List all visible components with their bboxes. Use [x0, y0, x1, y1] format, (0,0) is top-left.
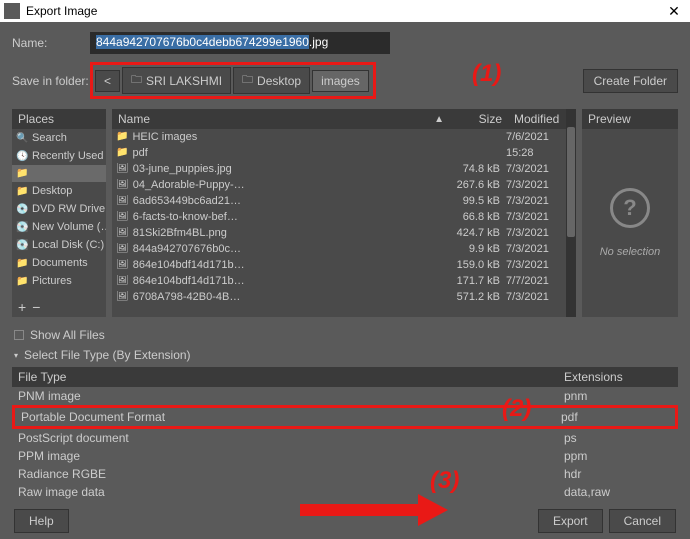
file-row[interactable]: 🖼6-facts-to-know-bef…66.8 kB7/3/2021 [112, 209, 566, 225]
file-row[interactable]: 🖼6ad653449bc6ad21…99.5 kB7/3/2021 [112, 193, 566, 209]
folder-icon: 🗀 [242, 71, 253, 90]
place-icon: 🔍 [16, 133, 28, 144]
filetype-row[interactable]: PostScript documentps [12, 429, 678, 447]
place-item[interactable]: 📁 [12, 165, 106, 182]
file-list-scrollbar[interactable] [566, 109, 576, 317]
name-label: Name: [12, 36, 90, 50]
preview-panel: Preview ? No selection [582, 109, 678, 317]
file-row[interactable]: 🖼864e104bdf14d171b…159.0 kB7/3/2021 [112, 257, 566, 273]
place-item[interactable]: 💿DVD RW Drive… [12, 200, 106, 218]
col-header-filetype[interactable]: File Type [12, 367, 558, 387]
filetype-row[interactable]: PNM imagepnm [12, 387, 678, 405]
app-icon [4, 3, 20, 19]
place-item[interactable]: 💽New Volume (… [12, 218, 106, 236]
col-header-extensions[interactable]: Extensions [558, 367, 678, 387]
place-item[interactable]: 📁Pictures [12, 272, 106, 290]
remove-place-button[interactable]: − [32, 299, 40, 315]
place-icon: 🕓 [16, 151, 28, 162]
file-icon: 🖼 [116, 163, 129, 175]
file-icon: 🖼 [116, 211, 129, 223]
place-item[interactable]: 💽Local Disk (C:) [12, 236, 106, 254]
filetype-row[interactable]: Raw image datadata,raw [12, 483, 678, 501]
col-header-name[interactable]: Name▲ [112, 109, 450, 129]
place-icon: 📁 [16, 168, 28, 179]
breadcrumb: < 🗀SRI LAKSHMI 🗀Desktop images [90, 62, 376, 99]
expand-down-icon: ▾ [14, 351, 18, 360]
place-icon: 📁 [16, 276, 28, 287]
file-row[interactable]: 🖼04_Adorable-Puppy-…267.6 kB7/3/2021 [112, 177, 566, 193]
place-item[interactable]: 📁Documents [12, 254, 106, 272]
create-folder-button[interactable]: Create Folder [583, 69, 678, 93]
file-icon: 🖼 [116, 179, 129, 191]
filename-input[interactable]: 844a942707676b0c4debb674299e1960.jpg [90, 32, 390, 54]
preview-text: No selection [600, 246, 661, 258]
file-row[interactable]: 🖼864e104bdf14d171b…171.7 kB7/7/2021 [112, 273, 566, 289]
file-icon: 🖼 [116, 259, 129, 271]
file-icon: 🖼 [116, 291, 129, 303]
preview-header: Preview [582, 109, 678, 129]
file-icon: 🖼 [116, 275, 129, 287]
annotation-1: (1) [472, 60, 501, 88]
select-file-type-expander[interactable]: ▾ Select File Type (By Extension) [12, 345, 678, 365]
place-item[interactable]: 🔍Search [12, 129, 106, 147]
folder-icon: 🗀 [131, 71, 142, 90]
filetype-row[interactable]: Portable Document Formatpdf [12, 405, 678, 429]
col-header-modified[interactable]: Modified [508, 109, 566, 129]
file-icon: 🖼 [116, 195, 129, 207]
place-icon: 💿 [16, 204, 28, 215]
places-header: Places [12, 109, 106, 129]
close-icon[interactable]: ✕ [662, 0, 686, 22]
sort-asc-icon: ▲ [434, 114, 444, 125]
place-icon: 📁 [16, 258, 28, 269]
breadcrumb-back[interactable]: < [95, 70, 120, 92]
file-row[interactable]: 🖼6708A798-42B0-4B…571.2 kB7/3/2021 [112, 289, 566, 305]
add-place-button[interactable]: + [18, 299, 26, 315]
titlebar: Export Image ✕ [0, 0, 690, 22]
help-button[interactable]: Help [14, 509, 69, 533]
place-icon: 💽 [16, 222, 28, 233]
file-list: Name▲ Size Modified 📁HEIC images7/6/2021… [112, 109, 566, 317]
file-row[interactable]: 🖼844a942707676b0c…9.9 kB7/3/2021 [112, 241, 566, 257]
places-panel: Places 🔍Search🕓Recently Used📁📁Desktop💿DV… [12, 109, 106, 317]
breadcrumb-item-images[interactable]: images [312, 70, 369, 92]
file-icon: 🖼 [116, 243, 129, 255]
filetype-row[interactable]: PPM imageppm [12, 447, 678, 465]
file-row[interactable]: 🖼81Ski2Bfm4BL.png424.7 kB7/3/2021 [112, 225, 566, 241]
question-icon: ? [610, 188, 650, 228]
col-header-size[interactable]: Size [450, 109, 508, 129]
file-row[interactable]: 📁HEIC images7/6/2021 [112, 129, 566, 145]
window-title: Export Image [26, 4, 662, 18]
show-all-files-checkbox[interactable]: Show All Files [12, 325, 678, 345]
place-icon: 💽 [16, 240, 28, 251]
filetype-row[interactable]: Radiance RGBEhdr [12, 465, 678, 483]
cancel-button[interactable]: Cancel [609, 509, 676, 533]
checkbox-icon [14, 330, 24, 340]
place-item[interactable]: 🕓Recently Used [12, 147, 106, 165]
file-icon: 🖼 [116, 227, 129, 239]
place-item[interactable]: 📁Desktop [12, 182, 106, 200]
export-button[interactable]: Export [538, 509, 603, 533]
file-icon: 📁 [116, 147, 128, 159]
file-row[interactable]: 📁pdf15:28 [112, 145, 566, 161]
save-in-label: Save in folder: [12, 74, 90, 88]
file-row[interactable]: 🖼03-june_puppies.jpg74.8 kB7/3/2021 [112, 161, 566, 177]
file-icon: 📁 [116, 131, 128, 143]
breadcrumb-item-desktop[interactable]: 🗀Desktop [233, 67, 310, 94]
place-icon: 📁 [16, 186, 28, 197]
breadcrumb-item-user[interactable]: 🗀SRI LAKSHMI [122, 67, 231, 94]
